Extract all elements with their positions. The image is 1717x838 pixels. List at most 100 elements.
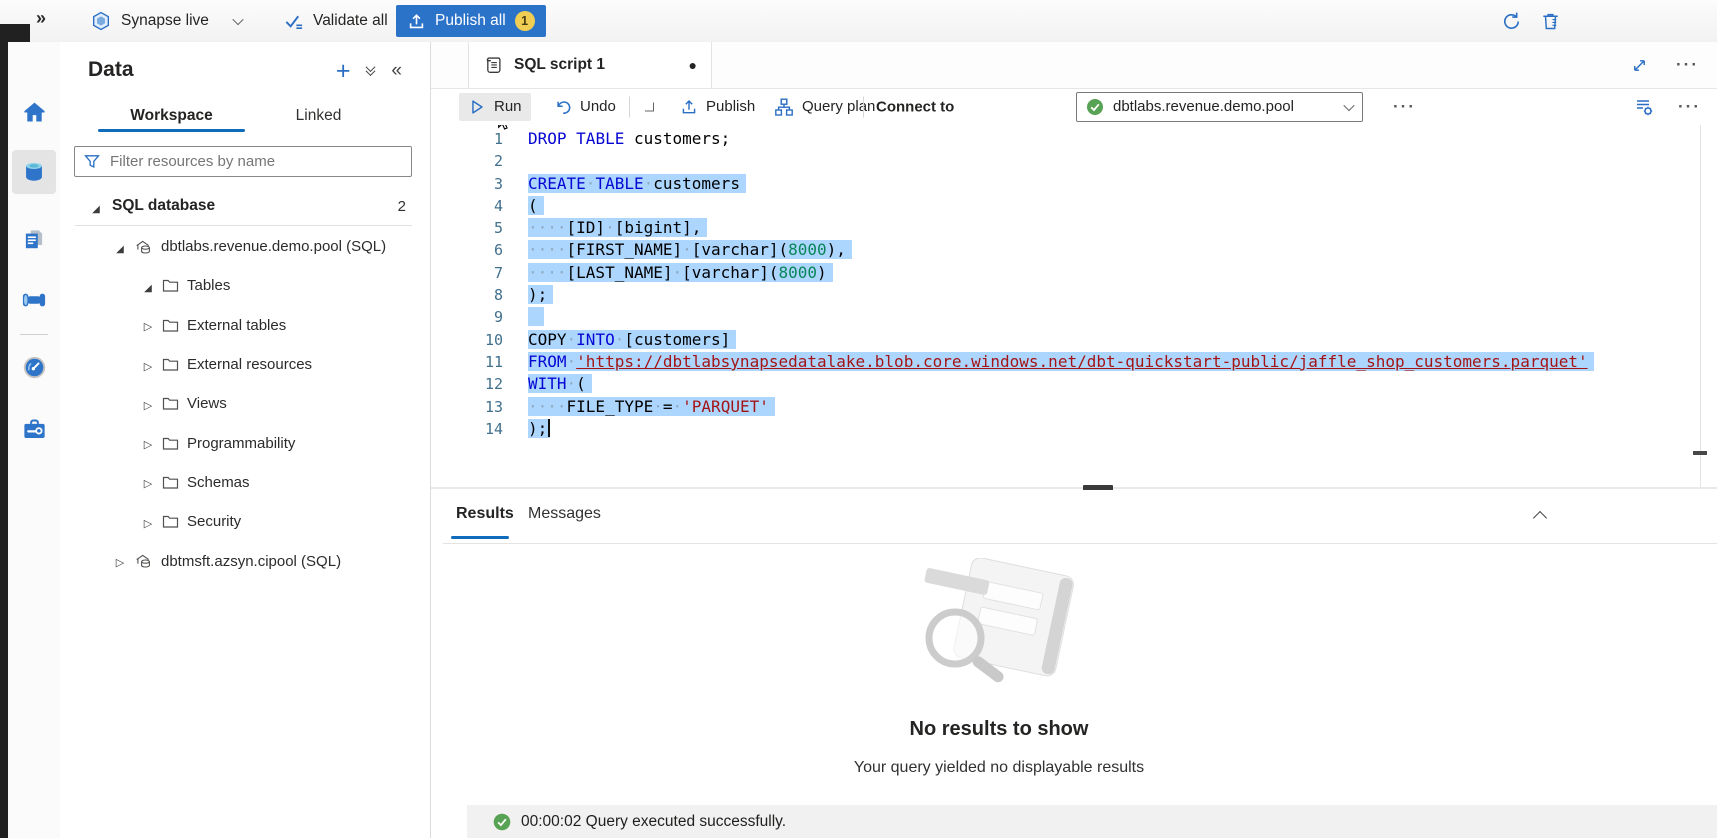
panel-actions	[336, 60, 402, 82]
code-line[interactable]: 13····FILE_TYPE·=·'PARQUET'	[431, 396, 1697, 418]
twistie-expanded-icon[interactable]	[112, 238, 128, 256]
add-resource-icon[interactable]	[336, 60, 351, 82]
discard-trash-icon[interactable]	[1539, 10, 1562, 33]
nav-integrate-button[interactable]	[12, 278, 56, 322]
line-number: 4	[431, 195, 503, 217]
nav-data-button[interactable]	[12, 150, 56, 194]
code-text: ····[ID]·[bigint],	[528, 218, 707, 237]
manage-toolbox-icon	[21, 416, 48, 443]
tree-item-dbtmsft-azsyn-cipool-sql[interactable]: dbtmsft.azsyn.cipool (SQL)	[60, 541, 430, 580]
db-tree-items: dbtlabs.revenue.demo.pool (SQL)TablesExt…	[60, 227, 430, 581]
home-icon	[21, 99, 48, 126]
code-line[interactable]: 6····[FIRST_NAME]·[varchar](8000),	[431, 239, 1697, 261]
folder-icon	[162, 318, 179, 333]
code-line[interactable]: 14);	[431, 418, 1697, 440]
code-text: FROM·'https://dbtlabsynapsedatalake.blob…	[528, 352, 1594, 371]
topbar-right-actions	[1500, 0, 1562, 42]
synapse-live-selector[interactable]: Synapse live	[90, 0, 242, 42]
no-results-subtitle: Your query yielded no displayable result…	[854, 759, 1144, 777]
overview-ruler[interactable]	[1700, 125, 1701, 487]
connect-to-pool-dropdown[interactable]: dbtlabs.revenue.demo.pool	[1076, 92, 1363, 122]
code-line[interactable]: 10COPY·INTO·[customers]	[431, 329, 1697, 351]
tree-item-views[interactable]: Views	[60, 384, 430, 423]
code-line[interactable]: 3CREATE·TABLE·customers	[431, 173, 1697, 195]
tab-linked[interactable]: Linked	[245, 99, 392, 132]
query-status-bar: 00:00:02 Query executed successfully.	[467, 805, 1717, 838]
tab-messages[interactable]: Messages	[528, 505, 601, 523]
expand-editor-icon[interactable]	[1631, 57, 1648, 74]
active-tab-underline	[451, 536, 509, 539]
sql-database-section[interactable]: SQL database 2	[60, 188, 430, 224]
tree-item-external-tables[interactable]: External tables	[60, 306, 430, 345]
nav-monitor-button[interactable]	[12, 345, 56, 389]
run-options-chevron-icon[interactable]	[645, 102, 654, 111]
code-line[interactable]: 5····[ID]·[bigint],	[431, 217, 1697, 239]
code-line[interactable]: 11FROM·'https://dbtlabsynapsedatalake.bl…	[431, 351, 1697, 373]
code-line[interactable]: 12WITH·(	[431, 373, 1697, 395]
nav-manage-button[interactable]	[12, 407, 56, 451]
toolbar-more-icon[interactable]	[1393, 102, 1416, 112]
properties-icon[interactable]	[1633, 96, 1655, 118]
query-plan-icon	[774, 97, 794, 117]
expand-sidebar-icon[interactable]: »	[36, 8, 46, 29]
main-area: SQL script 1 ● Run Undo	[430, 42, 1717, 838]
tree-item-label: dbtmsft.azsyn.cipool (SQL)	[161, 553, 341, 570]
tab-title: SQL script 1	[514, 56, 605, 74]
code-line[interactable]: 8);	[431, 284, 1697, 306]
undo-button[interactable]: Undo	[545, 93, 625, 121]
scrollbar-mark[interactable]	[1693, 451, 1707, 455]
tab-workspace[interactable]: Workspace	[98, 99, 245, 132]
tree-item-dbtlabs-revenue-demo-pool-sql[interactable]: dbtlabs.revenue.demo.pool (SQL)	[60, 227, 430, 266]
twistie-collapsed-icon[interactable]	[140, 473, 156, 491]
tree-item-security[interactable]: Security	[60, 502, 430, 541]
results-splitter[interactable]	[431, 487, 1717, 489]
nav-home-button[interactable]	[12, 90, 56, 134]
code-line[interactable]: 9	[431, 306, 1697, 328]
collapse-results-icon[interactable]	[1535, 510, 1545, 528]
refresh-icon[interactable]	[1500, 10, 1523, 33]
line-number: 2	[431, 150, 503, 172]
twistie-collapsed-icon[interactable]	[140, 434, 156, 452]
line-number: 12	[431, 373, 503, 395]
section-divider	[75, 225, 412, 226]
sql-code-editor[interactable]: 1DROP TABLE customers;23CREATE·TABLE·cus…	[431, 125, 1717, 487]
nav-develop-button[interactable]	[12, 217, 56, 261]
tree-item-external-resources[interactable]: External resources	[60, 345, 430, 384]
publish-button[interactable]: Publish	[671, 93, 764, 121]
tree-item-schemas[interactable]: Schemas	[60, 463, 430, 502]
double-chevron-down-icon[interactable]	[367, 68, 374, 76]
tree-item-programmability[interactable]: Programmability	[60, 423, 430, 462]
code-line[interactable]: 2	[431, 150, 1697, 172]
code-line[interactable]: 1DROP TABLE customers;	[431, 128, 1697, 150]
twistie-collapsed-icon[interactable]	[140, 316, 156, 334]
code-line[interactable]: 7····[LAST_NAME]·[varchar](8000)	[431, 262, 1697, 284]
more-actions-icon[interactable]	[1676, 60, 1699, 70]
twistie-collapsed-icon[interactable]	[140, 356, 156, 374]
query-plan-button[interactable]: Query plan	[765, 92, 884, 122]
dropdown-chevron-icon	[1343, 99, 1354, 110]
synapse-live-label: Synapse live	[121, 12, 209, 30]
panel-title: Data	[88, 58, 134, 82]
code-line[interactable]: 4(	[431, 195, 1697, 217]
line-number: 13	[431, 396, 503, 418]
publish-upload-icon	[680, 98, 698, 116]
run-button[interactable]: Run	[459, 93, 531, 121]
filter-resources-input[interactable]	[108, 152, 402, 171]
publish-all-button[interactable]: Publish all 1	[396, 5, 546, 37]
twistie-expanded-icon[interactable]	[88, 197, 104, 216]
collapse-panel-icon[interactable]	[391, 61, 402, 81]
tab-results[interactable]: Results	[456, 505, 514, 523]
connected-check-icon	[1086, 98, 1104, 116]
twistie-collapsed-icon[interactable]	[140, 513, 156, 531]
no-results-illustration	[899, 558, 1099, 698]
tree-item-label: Security	[187, 513, 241, 530]
folder-icon	[162, 278, 179, 293]
tree-item-tables[interactable]: Tables	[60, 266, 430, 305]
toolbar-overflow-icon[interactable]	[1678, 102, 1701, 112]
twistie-collapsed-icon[interactable]	[140, 395, 156, 413]
twistie-expanded-icon[interactable]	[140, 277, 156, 295]
tab-sql-script-1[interactable]: SQL script 1 ●	[468, 42, 712, 88]
line-number: 10	[431, 329, 503, 351]
validate-all-button[interactable]: Validate all	[283, 0, 388, 42]
twistie-collapsed-icon[interactable]	[112, 552, 128, 570]
